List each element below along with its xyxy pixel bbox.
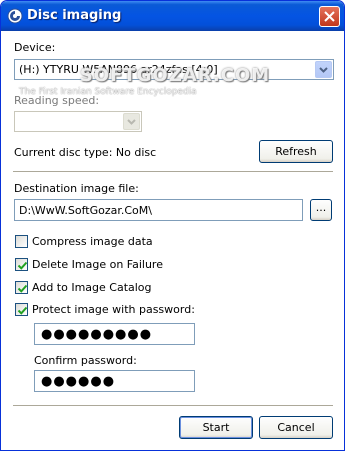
destination-label: Destination image file: xyxy=(14,182,139,195)
title-bar[interactable]: Disc imaging xyxy=(1,1,344,31)
window-title: Disc imaging xyxy=(27,8,122,23)
disc-imaging-window: Disc imaging SOFTGOZAR.COM The First Ira… xyxy=(0,0,345,451)
confirm-password-label: Confirm password: xyxy=(34,354,137,367)
device-select[interactable]: (H:) YTYRU W5AN896 ar24zfas [4:0] xyxy=(14,59,334,80)
compress-label[interactable]: Compress image data xyxy=(32,235,153,248)
delete-on-failure-label[interactable]: Delete Image on Failure xyxy=(32,258,163,271)
device-value: (H:) YTYRU W5AN896 ar24zfas [4:0] xyxy=(19,63,218,76)
destination-value: D:\WwW.SoftGozar.CoM\ xyxy=(19,204,152,217)
cancel-button[interactable]: Cancel xyxy=(259,416,333,439)
add-to-catalog-checkbox[interactable] xyxy=(15,281,28,294)
app-icon xyxy=(7,8,23,24)
delete-on-failure-checkbox[interactable] xyxy=(15,258,28,271)
checkmark-icon xyxy=(17,284,28,293)
reading-speed-select[interactable] xyxy=(14,111,142,132)
password-input[interactable]: ●●●●●●●●● xyxy=(34,323,195,345)
password-dots: ●●●●●●●●● xyxy=(41,327,153,342)
close-icon xyxy=(324,11,335,22)
confirm-password-input[interactable]: ●●●●●● xyxy=(34,370,195,392)
protect-password-checkbox[interactable] xyxy=(15,303,28,316)
protect-password-label[interactable]: Protect image with password: xyxy=(32,303,195,316)
disc-type-text: Current disc type: No disc xyxy=(14,146,157,159)
separator xyxy=(13,405,333,407)
browse-button[interactable]: ... xyxy=(310,199,332,221)
destination-input[interactable]: D:\WwW.SoftGozar.CoM\ xyxy=(14,199,303,221)
chevron-down-icon[interactable] xyxy=(315,61,332,78)
compress-checkbox[interactable] xyxy=(15,235,28,248)
device-label: Device: xyxy=(14,41,56,54)
reading-speed-label: Reading speed: xyxy=(14,94,100,107)
checkmark-icon xyxy=(17,261,28,270)
dialog-body: SOFTGOZAR.COM The First Iranian Software… xyxy=(1,31,344,450)
chevron-down-icon xyxy=(123,113,140,130)
add-to-catalog-label[interactable]: Add to Image Catalog xyxy=(32,281,152,294)
start-button[interactable]: Start xyxy=(179,416,253,439)
separator xyxy=(13,171,333,173)
refresh-button[interactable]: Refresh xyxy=(259,140,333,163)
checkmark-icon xyxy=(17,306,28,315)
confirm-password-dots: ●●●●●● xyxy=(41,374,116,389)
close-button[interactable] xyxy=(319,6,340,27)
